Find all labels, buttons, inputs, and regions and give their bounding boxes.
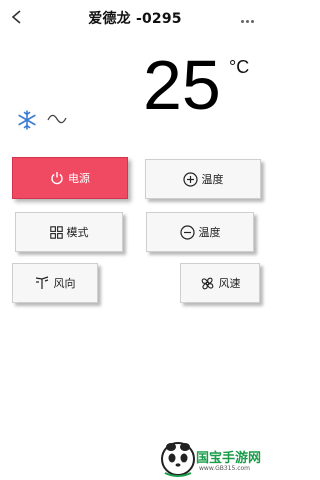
swing-icon (35, 276, 48, 289)
page-title: 爱德龙 -0295 (88, 11, 182, 27)
wind-speed-button[interactable]: 风速 (180, 263, 260, 303)
power-button[interactable]: 电源 (12, 157, 128, 199)
grid-icon (49, 225, 63, 239)
power-label: 电源 (68, 172, 90, 185)
temperature-unit: °C (229, 57, 250, 77)
watermark-url: www.GB315.com (199, 465, 251, 472)
wind-speed-label: 风速 (218, 277, 241, 290)
mode-label: 模式 (66, 226, 89, 239)
temperature-value: 25 (143, 46, 221, 124)
wave-icon (47, 114, 67, 124)
more-icon[interactable] (241, 11, 261, 23)
fan-icon (201, 277, 213, 289)
temp-down-button[interactable]: 温度 (146, 212, 254, 252)
mode-button[interactable]: 模式 (15, 212, 123, 252)
plus-circle-icon (182, 171, 198, 187)
temp-up-label: 温度 (201, 173, 224, 186)
watermark-text: 国宝手游网 (196, 451, 262, 466)
power-icon (51, 172, 63, 185)
temp-down-label: 温度 (198, 226, 221, 239)
wind-direction-label: 风向 (53, 277, 76, 290)
temp-up-button[interactable]: 温度 (145, 159, 261, 199)
minus-circle-icon (179, 224, 195, 240)
wind-direction-button[interactable]: 风向 (12, 263, 98, 303)
snowflake-icon (18, 110, 36, 130)
